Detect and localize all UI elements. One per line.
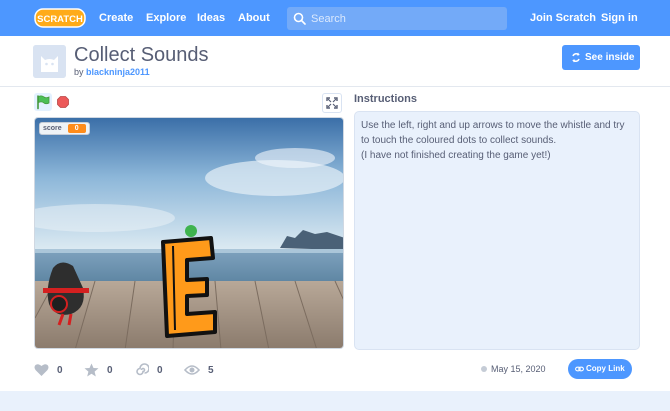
project-page: Collect Sounds by blackninja2011 See ins… [0, 36, 670, 391]
star-icon [84, 363, 99, 377]
nav-explore[interactable]: Explore [146, 0, 186, 36]
eye-icon [184, 365, 200, 375]
letter-e-sprite [161, 236, 217, 338]
nav-ideas[interactable]: Ideas [197, 0, 225, 36]
nav-create[interactable]: Create [99, 0, 133, 36]
remix-stat: 0 [134, 363, 163, 377]
search-bar[interactable] [287, 7, 507, 30]
score-value: 0 [67, 124, 86, 133]
remix-arrows-icon [572, 52, 580, 63]
stop-icon[interactable] [57, 96, 69, 108]
score-monitor: score 0 [39, 122, 90, 135]
remix-icon [136, 363, 149, 376]
avatar[interactable] [33, 45, 66, 78]
join-scratch-link[interactable]: Join Scratch [530, 0, 596, 36]
instructions-line: (I have not finished creating the game y… [361, 150, 551, 161]
sign-in-link[interactable]: Sign in [601, 0, 638, 36]
share-date: May 15, 2020 [481, 364, 546, 374]
favorite-stat[interactable]: 0 [84, 363, 113, 377]
love-stat[interactable]: 0 [34, 363, 63, 377]
copy-link-button[interactable]: Copy Link [568, 359, 632, 379]
project-byline: by blackninja2011 [74, 67, 150, 77]
favorite-count: 0 [107, 364, 113, 376]
fullscreen-icon [326, 97, 338, 109]
fullscreen-button[interactable] [322, 93, 342, 113]
date-icon [481, 366, 487, 372]
search-icon [293, 12, 306, 25]
green-dot-sprite [185, 225, 197, 237]
views-count: 5 [208, 364, 214, 376]
link-icon [575, 366, 584, 372]
byline-prefix: by [74, 67, 84, 77]
heart-icon [34, 364, 49, 376]
logo-text: SCRATCH [37, 14, 83, 25]
score-label: score [43, 125, 62, 132]
nav-about[interactable]: About [238, 0, 270, 36]
instructions-text[interactable]: Use the left, right and up arrows to mov… [354, 111, 640, 350]
see-inside-label: See inside [585, 52, 635, 63]
views-stat: 5 [184, 363, 214, 377]
green-flag-icon [37, 95, 50, 110]
stage-backdrop [35, 118, 343, 348]
copy-link-label: Copy Link [586, 364, 625, 373]
instructions-heading: Instructions [354, 93, 417, 105]
search-input[interactable] [311, 7, 501, 30]
page-footer-strip [0, 391, 670, 411]
header-divider [0, 86, 670, 87]
scratch-logo[interactable]: SCRATCH [34, 8, 86, 28]
love-count: 0 [57, 364, 63, 376]
project-title: Collect Sounds [74, 44, 209, 66]
cat-avatar-icon [33, 45, 66, 78]
top-nav: SCRATCH Create Explore Ideas About Join … [0, 0, 670, 36]
green-flag-button[interactable] [34, 93, 52, 111]
date-text: May 15, 2020 [491, 364, 546, 374]
author-link[interactable]: blackninja2011 [86, 67, 150, 77]
project-stage[interactable]: score 0 [34, 117, 344, 349]
see-inside-button[interactable]: See inside [562, 45, 640, 70]
remix-count: 0 [157, 364, 163, 376]
instructions-line: Use the left, right and up arrows to mov… [361, 120, 625, 146]
